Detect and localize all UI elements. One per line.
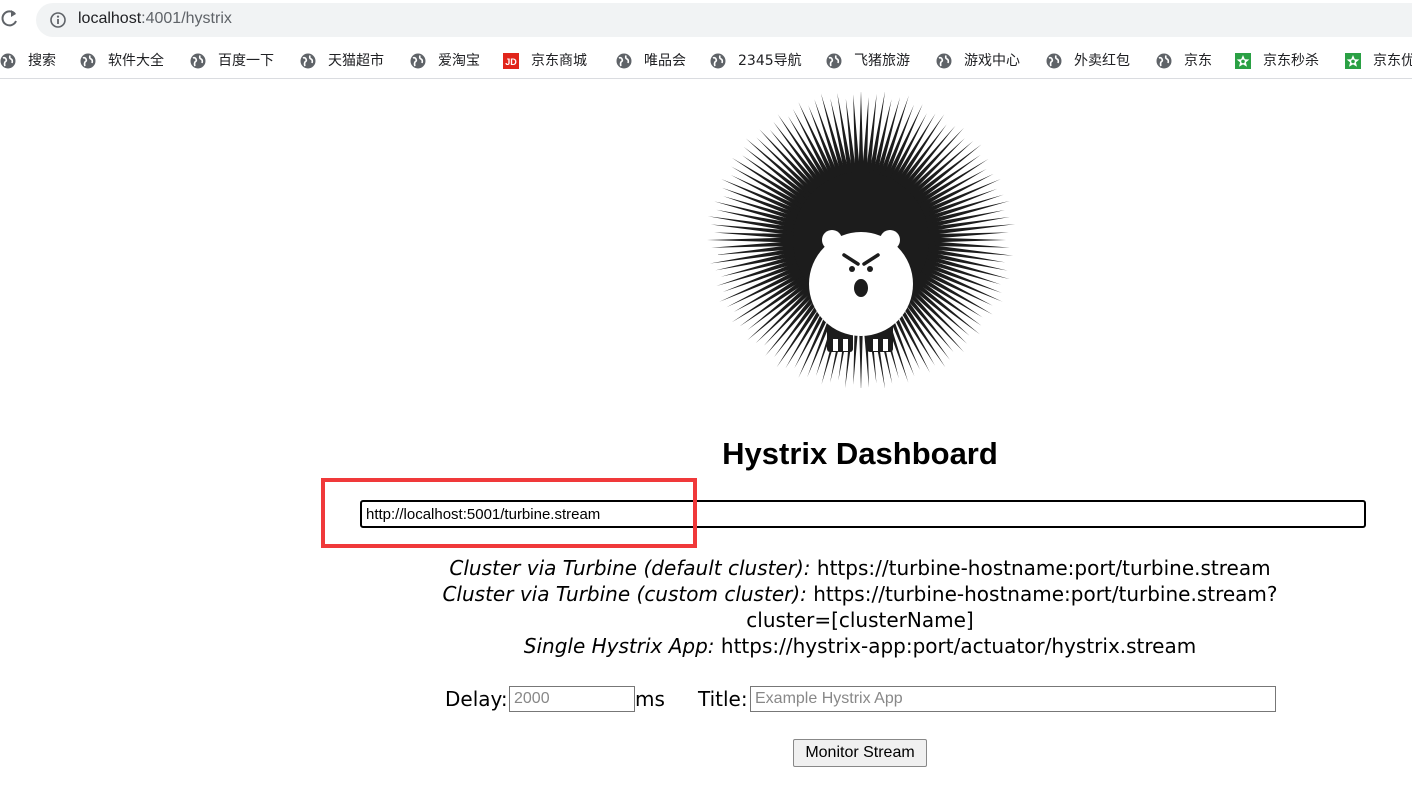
globe-icon: [710, 53, 726, 69]
example-label: Cluster via Turbine (custom cluster):: [442, 582, 807, 606]
bookmark-item[interactable]: 唯品会: [616, 51, 686, 71]
bookmark-label: 外卖红包: [1074, 53, 1130, 69]
title-label: Title:: [698, 687, 748, 711]
example-single-app: Single Hystrix App: https://hystrix-app:…: [420, 633, 1300, 659]
stream-examples: Cluster via Turbine (default cluster): h…: [420, 555, 1300, 659]
globe-icon: [936, 53, 952, 69]
bookmark-item[interactable]: 京东秒杀: [1235, 51, 1319, 71]
bookmark-item[interactable]: 软件大全: [80, 51, 164, 71]
jd-icon: JD: [503, 53, 519, 69]
example-custom-cluster: Cluster via Turbine (custom cluster): ht…: [420, 581, 1300, 633]
bookmark-label: 飞猪旅游: [854, 53, 910, 69]
bookmark-item[interactable]: 爱淘宝: [410, 51, 480, 71]
bookmark-item[interactable]: 京东优: [1345, 51, 1412, 71]
example-value: https://turbine-hostname:port/turbine.st…: [816, 556, 1271, 580]
monitor-stream-button[interactable]: Monitor Stream: [793, 739, 927, 767]
bookmark-label: 软件大全: [108, 53, 164, 69]
bookmark-label: 天猫超市: [328, 53, 384, 69]
globe-icon: [616, 53, 632, 69]
delay-unit: ms: [635, 687, 665, 711]
globe-icon: [1046, 53, 1062, 69]
bookmark-item[interactable]: 天猫超市: [300, 51, 384, 71]
green-star-icon: [1235, 53, 1251, 69]
page-title: Hystrix Dashboard: [722, 436, 998, 471]
bookmark-label: 百度一下: [218, 53, 274, 69]
address-bar[interactable]: localhost:4001/hystrix: [36, 3, 1412, 37]
address-url[interactable]: localhost:4001/hystrix: [78, 10, 232, 28]
reload-icon[interactable]: [0, 8, 20, 30]
stream-url-input[interactable]: [360, 500, 1366, 528]
title-input[interactable]: [750, 686, 1276, 712]
bookmark-item[interactable]: 飞猪旅游: [826, 51, 910, 71]
bookmark-item[interactable]: JD 京东商城: [503, 51, 587, 71]
example-value: https://hystrix-app:port/actuator/hystri…: [720, 634, 1197, 658]
globe-icon: [1156, 53, 1172, 69]
svg-text:JD: JD: [505, 57, 517, 67]
bookmark-label: 搜索: [28, 53, 56, 69]
bookmark-label: 京东优: [1373, 53, 1412, 69]
globe-icon: [190, 53, 206, 69]
globe-icon: [300, 53, 316, 69]
example-label: Cluster via Turbine (default cluster):: [449, 556, 811, 580]
bookmarks-bar: 搜索 软件大全 百度一下 天猫超市 爱淘宝 JD 京东商城 唯品会 2345导航 飞猪旅游 游戏中心…: [0, 44, 1412, 79]
browser-toolbar: localhost:4001/hystrix: [0, 0, 1412, 40]
bookmark-item[interactable]: 百度一下: [190, 51, 274, 71]
hystrix-logo: [707, 92, 1016, 388]
bookmark-label: 爱淘宝: [438, 53, 480, 69]
example-label: Single Hystrix App:: [523, 634, 715, 658]
bookmark-label: 2345导航: [738, 53, 802, 69]
bookmark-item[interactable]: 游戏中心: [936, 51, 1020, 71]
url-path: :4001/hystrix: [141, 10, 232, 27]
bookmark-item[interactable]: 京东: [1156, 51, 1212, 71]
example-default-cluster: Cluster via Turbine (default cluster): h…: [420, 555, 1300, 581]
bookmark-label: 京东秒杀: [1263, 53, 1319, 69]
example-value: https://turbine-hostname:port/turbine.st…: [746, 582, 1278, 632]
bookmark-item[interactable]: 搜索: [0, 51, 56, 71]
bookmark-item[interactable]: 2345导航: [710, 51, 802, 71]
bookmark-label: 京东: [1184, 53, 1212, 69]
bookmark-label: 游戏中心: [964, 53, 1020, 69]
url-host: localhost: [78, 10, 142, 27]
delay-label: Delay:: [445, 687, 508, 711]
bookmark-item[interactable]: 外卖红包: [1046, 51, 1130, 71]
globe-icon: [80, 53, 96, 69]
globe-icon: [410, 53, 426, 69]
green-star-icon: [1345, 53, 1361, 69]
logo-face: [809, 230, 913, 336]
globe-icon: [0, 53, 16, 69]
globe-icon: [826, 53, 842, 69]
bookmark-label: 京东商城: [531, 53, 587, 69]
bookmark-label: 唯品会: [644, 53, 686, 69]
info-icon[interactable]: [50, 12, 66, 28]
delay-input[interactable]: [509, 686, 635, 712]
